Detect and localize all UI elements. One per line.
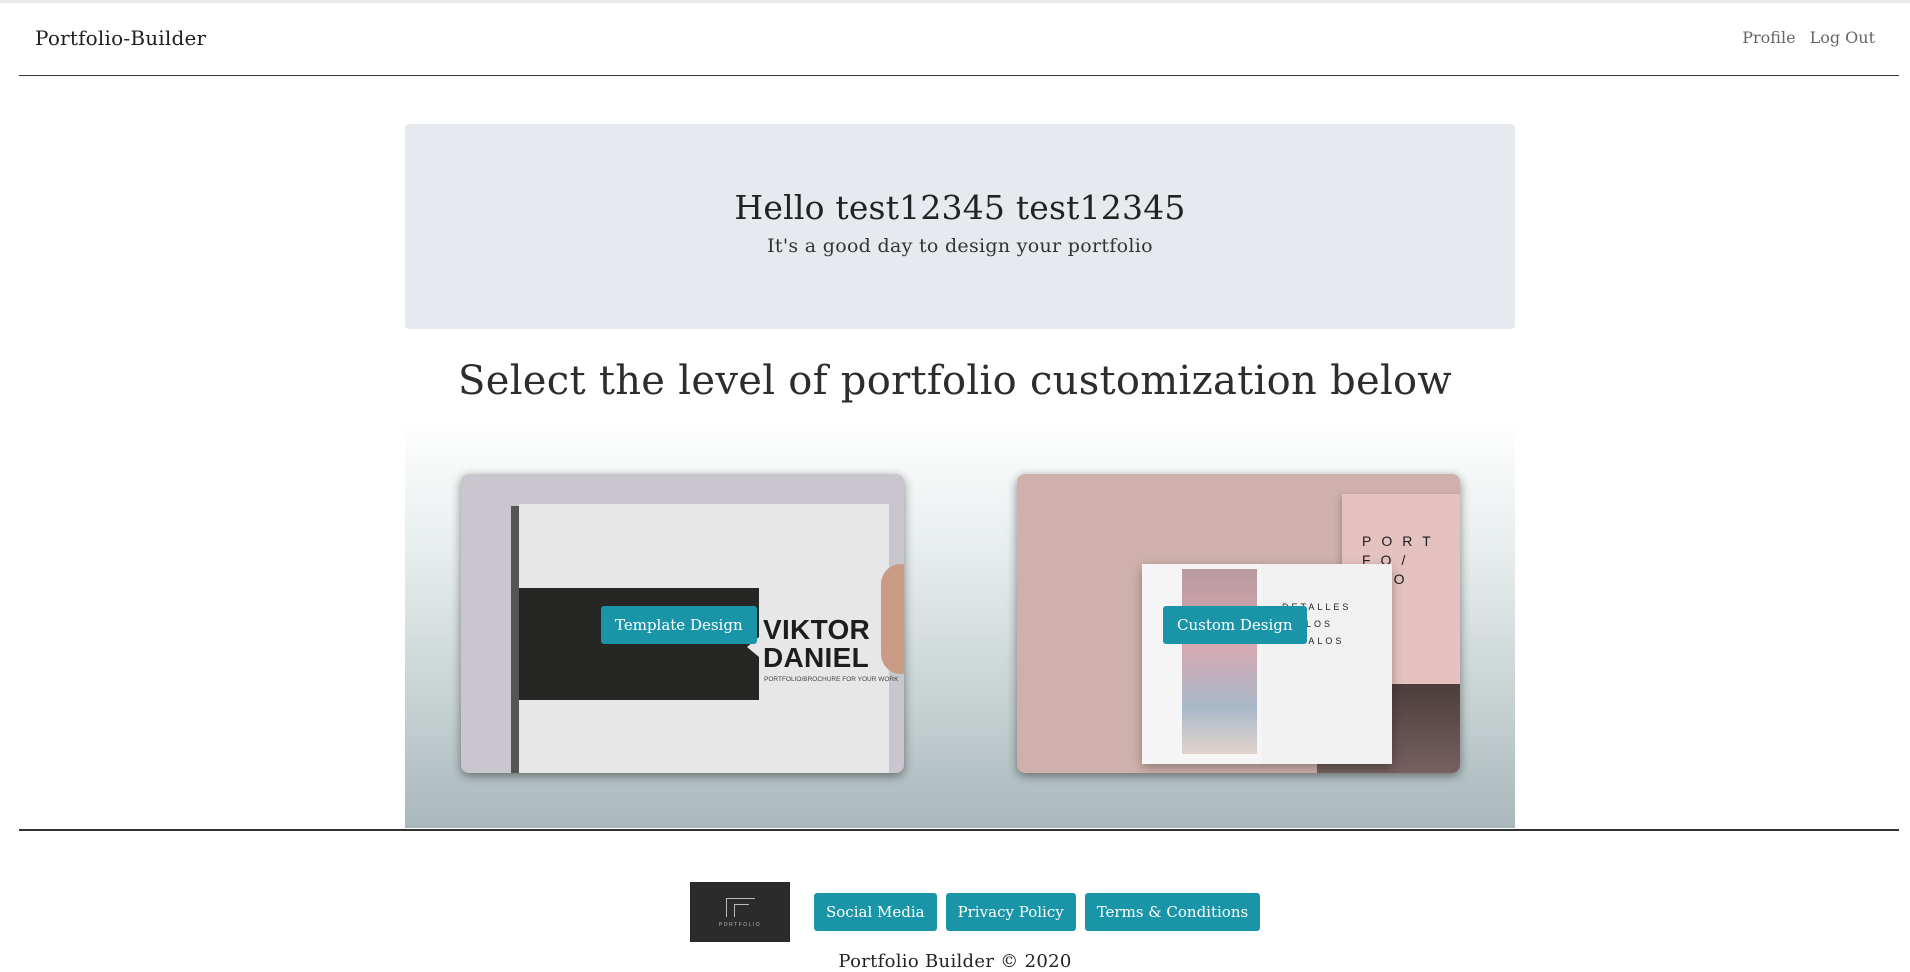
design-options: VIKTOR DANIEL PORTFOLIO/BROCHURE FOR YOU… bbox=[405, 420, 1515, 828]
book-cover-title: VIKTOR DANIEL bbox=[763, 614, 871, 673]
footer-divider bbox=[19, 829, 1899, 831]
privacy-policy-button[interactable]: Privacy Policy bbox=[945, 893, 1076, 931]
terms-conditions-button[interactable]: Terms & Conditions bbox=[1084, 893, 1261, 931]
hand-thumb-image bbox=[881, 564, 904, 674]
greeting-heading: Hello test12345 test12345 bbox=[734, 188, 1186, 227]
template-design-button[interactable]: Template Design bbox=[601, 606, 757, 644]
logo-wordmark: PORTFOLIO bbox=[718, 922, 762, 928]
navbar: Portfolio-Builder Profile Log Out bbox=[19, 0, 1899, 76]
profile-link[interactable]: Profile bbox=[1742, 28, 1795, 47]
footer-links: Social Media Privacy Policy Terms & Cond… bbox=[814, 893, 1261, 931]
book-cover-band bbox=[519, 588, 759, 700]
logout-link[interactable]: Log Out bbox=[1810, 28, 1875, 47]
custom-design-button[interactable]: Custom Design bbox=[1163, 606, 1307, 644]
logo-mark-inner-icon bbox=[734, 904, 749, 917]
brand-link[interactable]: Portfolio-Builder bbox=[35, 26, 206, 50]
welcome-banner: Hello test12345 test12345 It's a good da… bbox=[405, 124, 1515, 329]
book-cover-tagline: PORTFOLIO/BROCHURE FOR YOUR WORK bbox=[764, 676, 899, 683]
portfolio-logo: PORTFOLIO bbox=[690, 882, 790, 942]
social-media-button[interactable]: Social Media bbox=[814, 893, 937, 931]
greeting-subtitle: It's a good day to design your portfolio bbox=[767, 235, 1153, 257]
nav-links: Profile Log Out bbox=[1742, 28, 1875, 47]
custom-design-card[interactable]: PORT FO/ LIO DETALLES EN LOS DETALOS Cus… bbox=[1017, 474, 1460, 773]
customization-heading: Select the level of portfolio customizat… bbox=[458, 358, 1452, 404]
model-photo bbox=[1182, 569, 1257, 754]
copyright-text: Portfolio Builder © 2020 bbox=[838, 951, 1072, 972]
template-design-card[interactable]: VIKTOR DANIEL PORTFOLIO/BROCHURE FOR YOU… bbox=[461, 474, 904, 773]
